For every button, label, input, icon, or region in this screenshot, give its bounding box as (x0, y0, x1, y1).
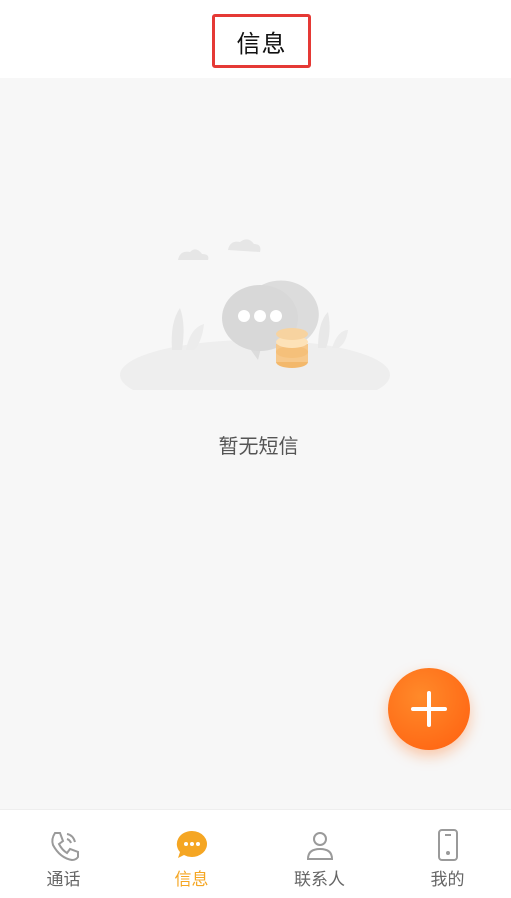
plus-icon (411, 691, 447, 727)
tab-me[interactable]: 我的 (384, 810, 511, 898)
tab-messages-label: 信息 (174, 870, 209, 890)
tab-calls[interactable]: 通话 (0, 810, 127, 898)
person-icon (306, 832, 333, 860)
phone-icon (50, 832, 79, 862)
page-title-box: 信息 (212, 14, 311, 68)
empty-state-message: 暂无短信 (218, 434, 299, 458)
message-icon (176, 830, 207, 858)
tab-calls-label: 通话 (46, 870, 81, 890)
mobile-icon (437, 829, 458, 861)
page-title: 信息 (236, 29, 287, 58)
bottom-tab-bar: 通话 信息 联系人 我的 (0, 809, 511, 897)
tab-me-label: 我的 (430, 870, 465, 890)
tab-contacts-label: 联系人 (294, 870, 345, 890)
header-bar: 信息 (0, 0, 511, 78)
empty-messages-illustration (120, 239, 390, 390)
tab-contacts[interactable]: 联系人 (256, 810, 383, 898)
new-message-button[interactable] (388, 668, 470, 750)
tab-messages[interactable]: 信息 (128, 810, 255, 898)
